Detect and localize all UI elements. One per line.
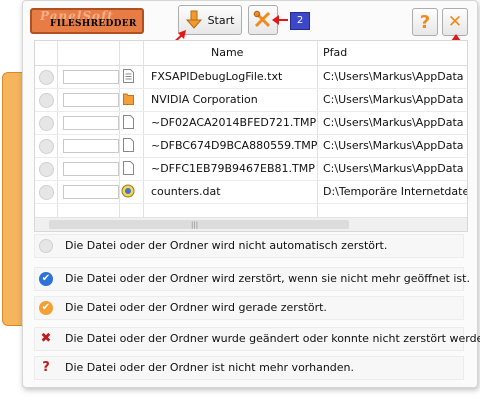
file-row[interactable]: ~DFFC1EB79B9467EB81.TMP C:\Users\Markus\… — [35, 158, 467, 181]
status-dot — [39, 93, 54, 108]
file-list[interactable]: Name Pfad FXSAPIDebugLogFile.txt C:\User… — [34, 40, 468, 232]
file-row[interactable]: counters.dat D:\Temporäre Internetdate — [35, 181, 467, 204]
scrollbar-thumb[interactable]: ||| — [49, 220, 349, 229]
scrollbar-grip-icon: ||| — [191, 221, 199, 229]
text-file-icon — [123, 69, 134, 83]
column-header-name[interactable]: Name — [211, 46, 243, 59]
file-row[interactable]: ~DF02ACA2014BFED721.TMP C:\Users\Markus\… — [35, 112, 467, 135]
file-name: ~DF02ACA2014BFED721.TMP — [151, 116, 317, 129]
status-dot — [39, 70, 54, 85]
file-row[interactable]: ~DFBC674D9BCA880559.TMP C:\Users\Markus\… — [35, 135, 467, 158]
status-dot — [39, 185, 54, 200]
file-name: counters.dat — [151, 185, 221, 198]
progress-bar — [63, 116, 119, 130]
legend-item: ✖ Die Datei oder der Ordner wurde geände… — [34, 327, 480, 351]
file-name: FXSAPIDebugLogFile.txt — [151, 70, 283, 83]
orange-check-icon: ✔ — [39, 301, 53, 315]
horizontal-scrollbar[interactable]: ||| — [35, 217, 467, 231]
legend-text: Die Datei oder der Ordner wird gerade ze… — [65, 301, 327, 314]
column-header-path[interactable]: Pfad — [323, 46, 347, 59]
progress-bar — [63, 162, 119, 176]
progress-bar — [63, 139, 119, 153]
legend-text: Die Datei oder der Ordner wird nicht aut… — [65, 239, 388, 252]
status-dot — [39, 139, 54, 154]
callout-badge-2: 2 — [290, 12, 310, 30]
file-icon — [123, 161, 134, 175]
file-row[interactable]: FXSAPIDebugLogFile.txt C:\Users\Markus\A… — [35, 66, 467, 89]
blue-check-icon: ✔ — [39, 272, 53, 286]
legend-item: ✔ Die Datei oder der Ordner wird gerade … — [34, 296, 464, 320]
dat-file-icon — [121, 184, 135, 198]
file-row[interactable]: NVIDIA Corporation C:\Users\Markus\AppDa… — [35, 89, 467, 112]
file-path: C:\Users\Markus\AppData — [323, 162, 464, 175]
file-name: ~DFFC1EB79B9467EB81.TMP — [151, 162, 315, 175]
red-x-icon: ✖ — [40, 331, 52, 346]
file-path: C:\Users\Markus\AppData — [323, 93, 464, 106]
progress-bar — [63, 93, 119, 107]
file-path: C:\Users\Markus\AppData — [323, 70, 464, 83]
legend-text: Die Datei oder der Ordner ist nicht mehr… — [65, 361, 355, 374]
file-path: C:\Users\Markus\AppData — [323, 139, 464, 152]
file-list-header: Name Pfad — [35, 41, 467, 66]
legend-item: Die Datei oder der Ordner wird nicht aut… — [34, 234, 464, 258]
file-path: C:\Users\Markus\AppData — [323, 116, 464, 129]
legend-item: ? Die Datei oder der Ordner ist nicht me… — [34, 356, 464, 380]
status-dot — [39, 162, 54, 177]
file-path: D:\Temporäre Internetdate — [323, 185, 468, 198]
legend-text: Die Datei oder der Ordner wird zerstört,… — [65, 272, 470, 285]
file-icon — [123, 138, 134, 152]
gray-circle-icon — [39, 239, 53, 253]
legend-text: Die Datei oder der Ordner wurde geändert… — [65, 332, 480, 345]
file-name: NVIDIA Corporation — [151, 93, 258, 106]
folder-icon — [123, 93, 134, 105]
file-icon — [123, 115, 134, 129]
status-dot — [39, 116, 54, 131]
progress-bar — [63, 185, 119, 199]
file-name: ~DFBC674D9BCA880559.TMP — [151, 139, 318, 152]
legend-item: ✔ Die Datei oder der Ordner wird zerstör… — [34, 267, 470, 291]
red-question-icon: ? — [42, 360, 50, 375]
progress-bar — [63, 70, 119, 84]
